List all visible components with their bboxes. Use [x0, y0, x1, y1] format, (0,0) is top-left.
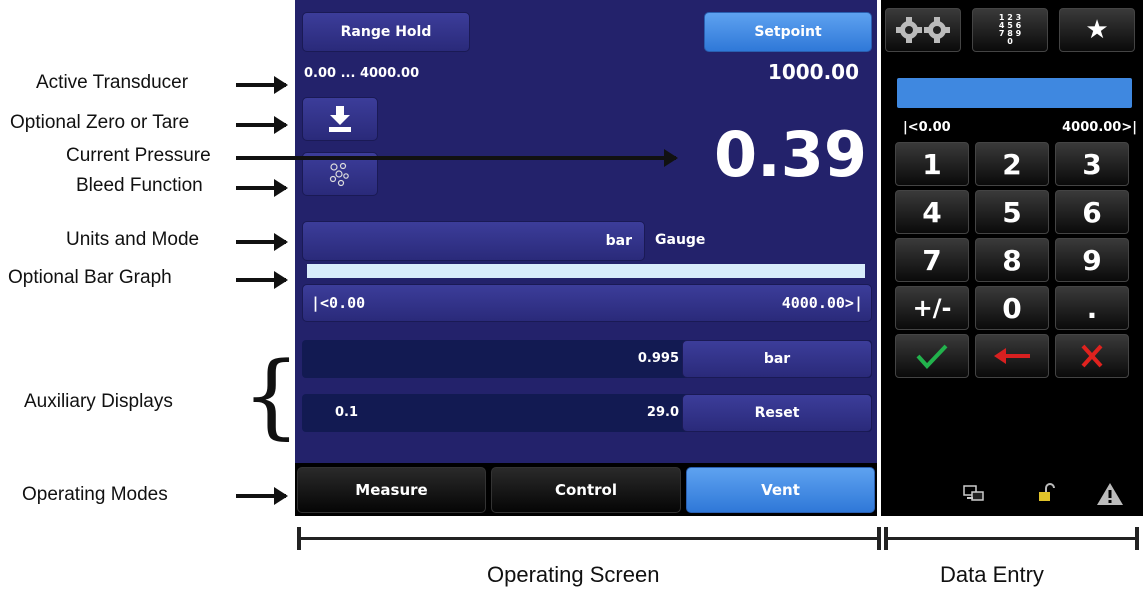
warning-icon[interactable]	[1096, 482, 1124, 511]
cancel-button[interactable]	[1055, 334, 1129, 378]
arrow-bar-graph	[236, 271, 288, 289]
setpoint-value: 1000.00	[767, 60, 859, 84]
key-3[interactable]: 3	[1055, 142, 1129, 186]
aux-display-1: 0.995 bar	[302, 340, 872, 378]
star-icon: ★	[1085, 15, 1109, 45]
enter-button[interactable]	[895, 334, 969, 378]
key-2[interactable]: 2	[975, 142, 1049, 186]
setpoint-button[interactable]: Setpoint	[704, 12, 872, 52]
arrow-bleed-function	[236, 179, 288, 197]
entry-range-max: 4000.00>|	[1062, 120, 1137, 135]
annotation-units-mode: Units and Mode	[66, 229, 200, 250]
bracket-tick-mid-left	[877, 527, 881, 550]
key-7[interactable]: 7	[895, 238, 969, 282]
transducer-range: 0.00 ... 4000.00	[304, 66, 420, 81]
favorites-button[interactable]: ★	[1059, 8, 1135, 52]
range-hold-button[interactable]: Range Hold	[302, 12, 470, 52]
entry-field[interactable]	[897, 78, 1132, 108]
control-mode-button[interactable]: Control	[491, 467, 681, 513]
key-8[interactable]: 8	[975, 238, 1049, 282]
bar-range-min: |<0.00	[311, 294, 366, 312]
gears-icon	[896, 17, 950, 43]
arrow-current-pressure	[236, 149, 678, 167]
annotation-auxiliary-displays: Auxiliary Displays	[24, 391, 173, 412]
back-arrow-icon	[994, 348, 1030, 364]
key-decimal[interactable]: .	[1055, 286, 1129, 330]
operating-screen-bracket	[297, 537, 881, 540]
key-4[interactable]: 4	[895, 190, 969, 234]
annotation-zero-tare: Optional Zero or Tare	[10, 112, 190, 133]
operating-screen: Range Hold Setpoint 0.00 ... 4000.00 100…	[295, 0, 877, 463]
key-0[interactable]: 0	[975, 286, 1049, 330]
key-plus-minus[interactable]: +/-	[895, 286, 969, 330]
key-9[interactable]: 9	[1055, 238, 1129, 282]
bracket-tick-left	[297, 527, 301, 550]
aux-display-2-reset-button[interactable]: Reset	[682, 394, 872, 432]
aux-display-2: 0.1 29.0 Reset	[302, 394, 872, 432]
unlock-icon[interactable]	[1036, 483, 1056, 508]
arrow-zero-tare	[236, 116, 288, 134]
data-entry-panel: 1 2 3 4 5 6 7 8 9 0 ★ |<0.00 4000.00>| 1…	[881, 0, 1143, 516]
annotation-active-transducer: Active Transducer	[36, 72, 189, 93]
bleed-icon	[329, 162, 349, 187]
key-1[interactable]: 1	[895, 142, 969, 186]
zero-tare-button[interactable]	[302, 97, 378, 141]
aux-display-2-left-value: 0.1	[335, 405, 359, 420]
aux-display-1-value: 0.995	[637, 351, 679, 366]
settings-button[interactable]	[885, 8, 961, 52]
data-entry-bracket	[884, 537, 1139, 540]
aux-display-2-value: 29.0	[646, 405, 679, 420]
curly-brace: {	[242, 342, 301, 449]
measure-mode-button[interactable]: Measure	[297, 467, 486, 513]
mode-label: Gauge	[655, 232, 706, 248]
bar-range-max: 4000.00>|	[781, 294, 863, 312]
x-icon	[1081, 344, 1103, 368]
annotation-current-pressure: Current Pressure	[66, 145, 211, 166]
aux-display-1-unit-button[interactable]: bar	[682, 340, 872, 378]
annotation-bar-graph: Optional Bar Graph	[8, 267, 172, 288]
operating-mode-bar: Measure Control Vent	[295, 463, 877, 516]
units-button[interactable]: bar	[302, 221, 645, 261]
arrow-operating-modes	[236, 487, 288, 505]
caption-data-entry: Data Entry	[940, 562, 1044, 587]
caption-operating-screen: Operating Screen	[487, 562, 660, 587]
bar-range-row: |<0.00 4000.00>|	[302, 284, 872, 322]
key-5[interactable]: 5	[975, 190, 1049, 234]
backspace-button[interactable]	[975, 334, 1049, 378]
bracket-tick-right	[1135, 527, 1139, 550]
arrow-units-mode	[236, 233, 288, 251]
entry-range-min: |<0.00	[903, 120, 951, 135]
bar-graph	[307, 264, 865, 278]
key-6[interactable]: 6	[1055, 190, 1129, 234]
remote-icon[interactable]	[963, 484, 985, 509]
vent-mode-button[interactable]: Vent	[686, 467, 875, 513]
annotation-bleed-function: Bleed Function	[76, 175, 203, 196]
zero-tare-icon	[329, 106, 351, 132]
arrow-active-transducer	[236, 76, 288, 94]
numpad-button[interactable]: 1 2 3 4 5 6 7 8 9 0	[972, 8, 1048, 52]
checkmark-icon	[916, 344, 948, 369]
current-pressure-value: 0.39	[714, 118, 867, 191]
annotation-operating-modes: Operating Modes	[22, 484, 168, 505]
